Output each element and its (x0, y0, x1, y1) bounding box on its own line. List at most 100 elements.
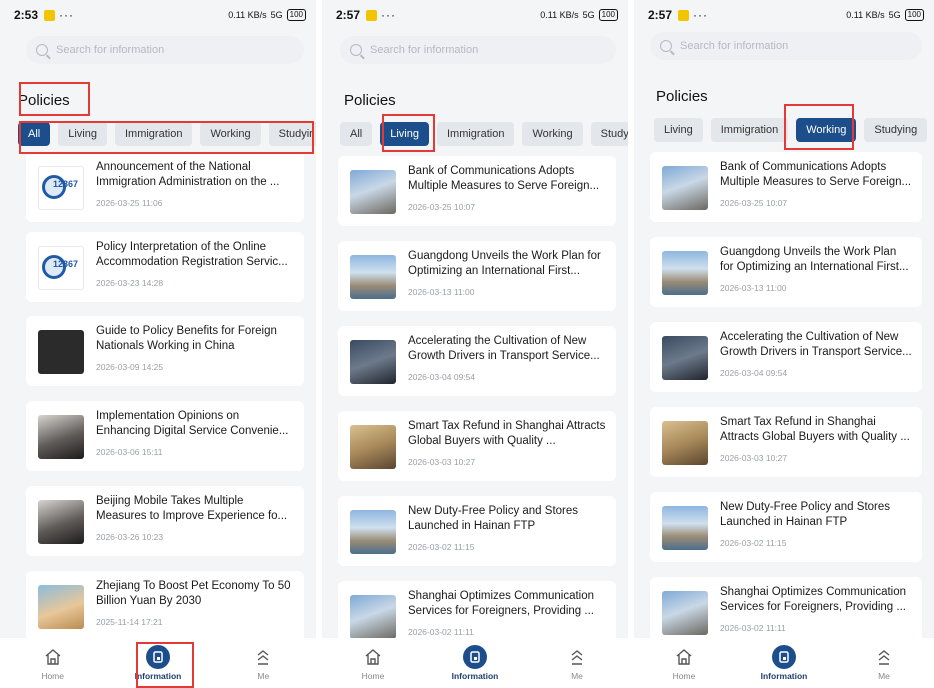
nav-me[interactable]: Me (228, 646, 298, 681)
article-thumbnail: 12367 (38, 166, 84, 210)
article-date: 2026-03-25 10:07 (720, 198, 788, 208)
article-thumbnail (662, 506, 708, 550)
article-date: 2026-03-13 11:00 (720, 283, 787, 293)
nav-information[interactable]: Information (440, 644, 510, 681)
nav-me[interactable]: Me (849, 646, 919, 681)
me-icon (254, 646, 272, 668)
article-date: 2026-03-02 11:11 (408, 627, 474, 637)
article-card[interactable]: 12367 Policy Interpretation of the Onlin… (26, 232, 304, 302)
information-icon (772, 644, 796, 669)
article-card[interactable]: Smart Tax Refund in Shanghai Attracts Gl… (650, 407, 922, 477)
article-card[interactable]: Accelerating the Cultivation of New Grow… (338, 326, 616, 396)
page-title: Policies (344, 92, 396, 109)
article-headline: Shanghai Optimizes Communication Service… (408, 590, 595, 617)
tab-immigration[interactable]: Immigration (710, 118, 789, 142)
search-placeholder: Search for information (680, 40, 789, 52)
search-icon (350, 44, 362, 56)
article-headline: New Duty-Free Policy and Stores Launched… (720, 501, 891, 528)
status-icons: 0.11 KB/s 5G 100 (540, 9, 618, 21)
article-thumbnail (662, 336, 708, 380)
search-placeholder: Search for information (56, 44, 165, 56)
article-thumbnail (350, 340, 396, 384)
battery-icon: 100 (904, 9, 924, 21)
article-date: 2026-03-04 09:54 (408, 372, 476, 382)
more-notifications-icon: ··· (381, 8, 397, 22)
search-placeholder: Search for information (370, 44, 479, 56)
article-card[interactable]: Guangdong Unveils the Work Plan for Opti… (338, 241, 616, 311)
signal-label: 5G (888, 10, 901, 20)
article-card[interactable]: 12367 Announcement of the National Immig… (26, 152, 304, 222)
tab-working[interactable]: Working (200, 122, 261, 146)
network-speed: 0.11 KB/s (228, 10, 267, 20)
nav-me-label: Me (878, 670, 890, 681)
tab-living[interactable]: Living (654, 118, 703, 142)
article-headline: Bank of Communications Adopts Multiple M… (408, 165, 600, 192)
article-card[interactable]: Beijing Mobile Takes Multiple Measures t… (26, 486, 304, 556)
tab-working[interactable]: Working (796, 118, 857, 142)
page-title: Policies (18, 92, 70, 109)
article-date: 2026-03-25 10:07 (408, 202, 476, 212)
article-card[interactable]: Bank of Communications Adopts Multiple M… (650, 152, 922, 222)
tab-immigration[interactable]: Immigration (436, 122, 515, 146)
status-time: 2:57 (648, 8, 673, 22)
article-thumbnail (350, 425, 396, 469)
article-thumbnail (662, 421, 708, 465)
article-date: 2026-03-26 10:23 (96, 532, 164, 542)
tab-studying[interactable]: Studyir (268, 122, 316, 146)
tab-all[interactable]: All (340, 122, 373, 146)
article-date: 2026-03-03 10:27 (408, 457, 476, 467)
article-card[interactable]: Guangdong Unveils the Work Plan for Opti… (650, 237, 922, 307)
article-date: 2026-03-04 09:54 (720, 368, 788, 378)
nav-me[interactable]: Me (542, 646, 612, 681)
tab-working[interactable]: Working (522, 122, 583, 146)
notification-icon (44, 9, 56, 21)
tab-studying[interactable]: Studying (864, 118, 928, 142)
article-card[interactable]: Guide to Policy Benefits for Foreign Nat… (26, 316, 304, 386)
search-input[interactable]: Search for information (340, 36, 616, 64)
category-tabs: Living Immigration Working Studying T (654, 118, 934, 144)
nav-home[interactable]: Home (338, 646, 408, 681)
bottom-nav: Home Information Me (634, 638, 934, 688)
article-thumbnail (662, 251, 708, 295)
article-card[interactable]: Zhejiang To Boost Pet Economy To 50 Bill… (26, 571, 304, 641)
search-input[interactable]: Search for information (650, 32, 922, 60)
article-date: 2026-03-06 15:11 (96, 447, 163, 457)
screen-living: 2:57 ··· 0.11 KB/s 5G 100 Search for inf… (322, 0, 628, 688)
tab-all[interactable]: All (18, 122, 51, 146)
network-speed: 0.11 KB/s (540, 10, 579, 20)
nav-home[interactable]: Home (649, 646, 719, 681)
article-card[interactable]: Bank of Communications Adopts Multiple M… (338, 156, 616, 226)
article-headline: Guide to Policy Benefits for Foreign Nat… (96, 325, 277, 352)
battery-icon: 100 (598, 9, 618, 21)
tab-studying[interactable]: Studyir (590, 122, 628, 146)
article-date: 2026-03-23 14:28 (96, 278, 164, 288)
nav-information-label: Information (451, 670, 499, 681)
article-headline: Accelerating the Cultivation of New Grow… (408, 335, 600, 362)
article-date: 2026-03-25 11:06 (96, 198, 163, 208)
nav-information[interactable]: Information (123, 644, 193, 681)
article-card[interactable]: Shanghai Optimizes Communication Service… (650, 577, 922, 647)
article-date: 2026-03-02 11:15 (408, 542, 475, 552)
home-icon (675, 646, 693, 668)
article-headline: Zhejiang To Boost Pet Economy To 50 Bill… (96, 580, 291, 607)
category-tabs: All Living Immigration Working Studyir (18, 122, 316, 148)
tab-immigration[interactable]: Immigration (114, 122, 193, 146)
search-input[interactable]: Search for information (26, 36, 304, 64)
tab-living[interactable]: Living (58, 122, 107, 146)
article-card[interactable]: Smart Tax Refund in Shanghai Attracts Gl… (338, 411, 616, 481)
more-notifications-icon: ··· (59, 8, 75, 22)
article-card[interactable]: Implementation Opinions on Enhancing Dig… (26, 401, 304, 471)
status-bar: 2:53 ··· 0.11 KB/s 5G 100 (0, 0, 316, 30)
nav-information[interactable]: Information (749, 644, 819, 681)
nav-home[interactable]: Home (18, 646, 88, 681)
status-time: 2:53 (14, 8, 39, 22)
article-card[interactable]: New Duty-Free Policy and Stores Launched… (338, 496, 616, 566)
article-headline: Policy Interpretation of the Online Acco… (96, 241, 288, 268)
article-card[interactable]: Accelerating the Cultivation of New Grow… (650, 322, 922, 392)
nav-home-label: Home (41, 670, 64, 681)
article-card[interactable]: New Duty-Free Policy and Stores Launched… (650, 492, 922, 562)
tab-living[interactable]: Living (380, 122, 429, 146)
signal-label: 5G (582, 10, 595, 20)
article-thumbnail (38, 585, 84, 629)
article-thumbnail (350, 170, 396, 214)
